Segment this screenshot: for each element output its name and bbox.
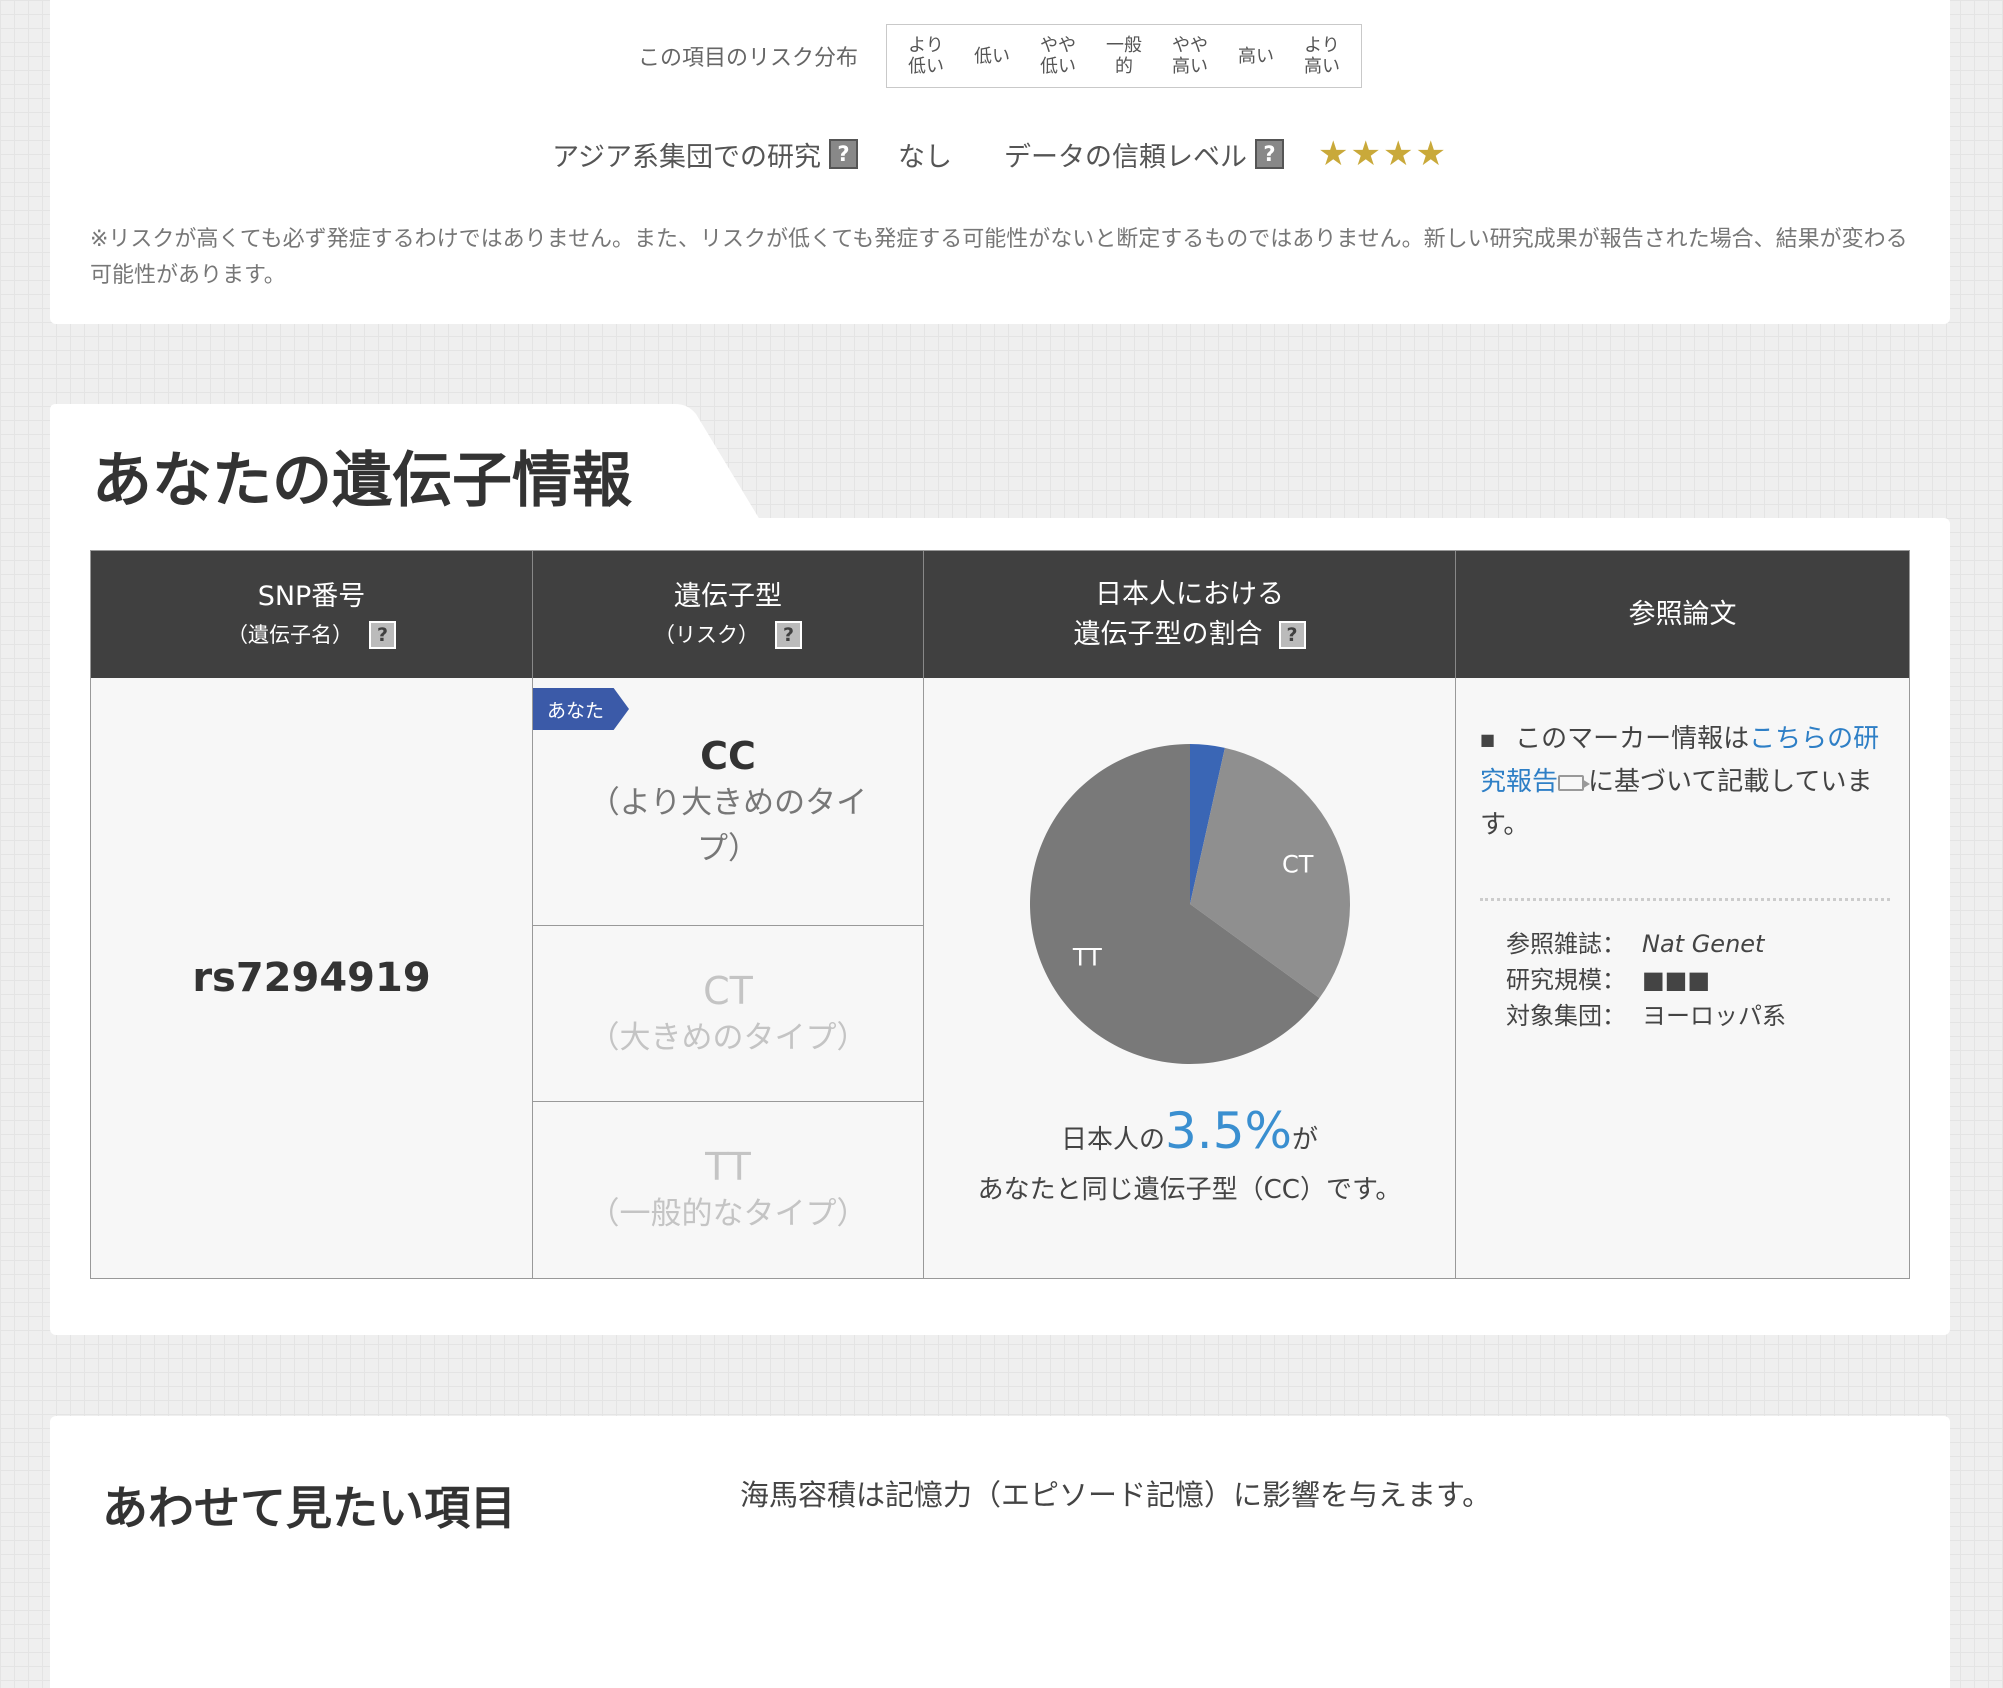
pie-label-ct: CT [1282,850,1314,878]
risk-level-slightly-high: やや 高い [1172,35,1208,77]
help-icon[interactable]: ? [775,620,802,649]
reference-text-before: このマーカー情報は [1515,724,1750,754]
header-genotype-label: 遺伝子型 [674,580,782,612]
genotype-name: CT [703,968,753,1013]
gene-table: SNP番号 （遺伝子名）? 遺伝子型 （リスク）? 日本人における 遺伝子型の割… [90,550,1910,1279]
header-genotype: 遺伝子型 （リスク）? [533,551,924,678]
genotype-row-cc: あなた CC （より大きめのタイプ） [533,678,923,926]
risk-distribution-row: この項目のリスク分布 より 低い 低い やや 低い 一般 的 やや 高い 高い … [50,24,1950,88]
caption-prefix: 日本人の [1060,1125,1165,1155]
ratio-column: CT TT 日本人の3.5%が あなたと同じ遺伝子型（CC）です。 [924,678,1456,1278]
pie-label-tt: TT [1072,943,1102,971]
help-icon[interactable]: ? [1255,139,1284,169]
risk-summary-card: この項目のリスク分布 より 低い 低い やや 低い 一般 的 やや 高い 高い … [50,0,1950,324]
external-link-icon [1558,774,1591,791]
genotype-pie-chart: CT TT [1030,744,1350,1064]
caption-suffix: が [1292,1125,1319,1155]
reliability-stars: ★★★★ [1318,134,1448,174]
journal-value: Nat Genet [1642,930,1765,958]
gene-info-card: SNP番号 （遺伝子名）? 遺伝子型 （リスク）? 日本人における 遺伝子型の割… [50,518,1950,1335]
related-items-card: あわせて見たい項目 海馬容積は記憶力（エピソード記憶）に影響を与えます。 [50,1416,1950,1688]
genotype-name: CC [700,733,756,778]
asian-study-label: アジア系集団での研究 [552,141,821,173]
gene-info-title: あなたの遺伝子情報 [92,446,632,516]
scale-value: ■■■ [1642,966,1711,994]
header-ratio: 日本人における 遺伝子型の割合? [924,551,1456,678]
scale-label: 研究規模： [1506,966,1626,994]
risk-scale: より 低い 低い やや 低い 一般 的 やや 高い 高い より 高い [886,24,1362,88]
risk-level-low: 低い [974,45,1010,67]
help-icon[interactable]: ? [369,620,396,649]
header-snp-sublabel: （遺伝子名） [227,622,353,647]
related-title: あわせて見たい項目 [102,1481,516,1535]
disclaimer-text: ※リスクが高くても必ず発症するわけではありません。また、リスクが低くても発症する… [90,227,1908,288]
header-reference-label: 参照論文 [1628,598,1737,630]
genotype-column: あなた CC （より大きめのタイプ） CT （大きめのタイプ） TT （一般的な… [533,678,924,1278]
risk-level-lower: より 低い [908,35,944,77]
genotype-desc: （より大きめのタイプ） [588,784,868,867]
help-icon[interactable]: ? [829,139,858,169]
header-ratio-line2: 遺伝子型の割合 [1073,618,1263,650]
help-icon[interactable]: ? [1278,620,1306,649]
risk-level-higher: より 高い [1304,35,1340,77]
snp-cell: rs7294919 [91,678,533,1278]
population-label: 対象集団： [1506,1002,1626,1030]
caption-percentage: 3.5% [1164,1102,1293,1160]
reference-meta: 参照雑誌： Nat Genet 研究規模： ■■■ 対象集団： ヨーロッパ系 [1506,926,1786,1034]
reference-text: ■ このマーカー情報はこちらの研究報告 に基づいて記載しています。 [1480,724,1880,840]
journal-label: 参照雑誌： [1506,930,1626,958]
caption-line2: あなたと同じ遺伝子型（CC）です。 [977,1175,1402,1205]
genotype-row-tt: TT （一般的なタイプ） [533,1102,923,1278]
genotype-name: TT [705,1145,751,1189]
genotype-desc: （大きめのタイプ） [588,1019,868,1056]
snp-id: rs7294919 [192,955,431,1001]
header-reference: 参照論文 [1456,551,1909,678]
reference-divider [1480,898,1890,901]
header-snp-label: SNP番号 [257,580,366,612]
reference-column: ■ このマーカー情報はこちらの研究報告 に基づいて記載しています。 参照雑誌： Nat… [1456,678,1909,1278]
ratio-caption: 日本人の3.5%が あなたと同じ遺伝子型（CC）です。 [924,1106,1455,1215]
risk-distribution-label: この項目のリスク分布 [637,46,858,71]
risk-level-slightly-low: やや 低い [1040,35,1076,77]
genotype-row-ct: CT （大きめのタイプ） [533,926,923,1102]
population-value: ヨーロッパ系 [1642,1002,1786,1030]
you-tag: あなた [533,688,629,730]
asian-study-value: なし [898,141,952,173]
header-genotype-sublabel: （リスク） [654,622,759,647]
genotype-desc: （一般的なタイプ） [588,1196,868,1232]
header-snp: SNP番号 （遺伝子名）? [91,551,533,678]
related-item-link[interactable]: 海馬容積は記憶力（エピソード記憶）に影響を与えます。 [740,1472,1491,1514]
reliability-label: データの信頼レベル [1004,141,1247,173]
header-ratio-line1: 日本人における [1095,578,1284,610]
study-info-row: アジア系集団での研究 ? なし データの信頼レベル ? ★★★★ [50,134,1950,174]
risk-level-high: 高い [1238,45,1274,67]
risk-level-average: 一般 的 [1106,35,1142,77]
